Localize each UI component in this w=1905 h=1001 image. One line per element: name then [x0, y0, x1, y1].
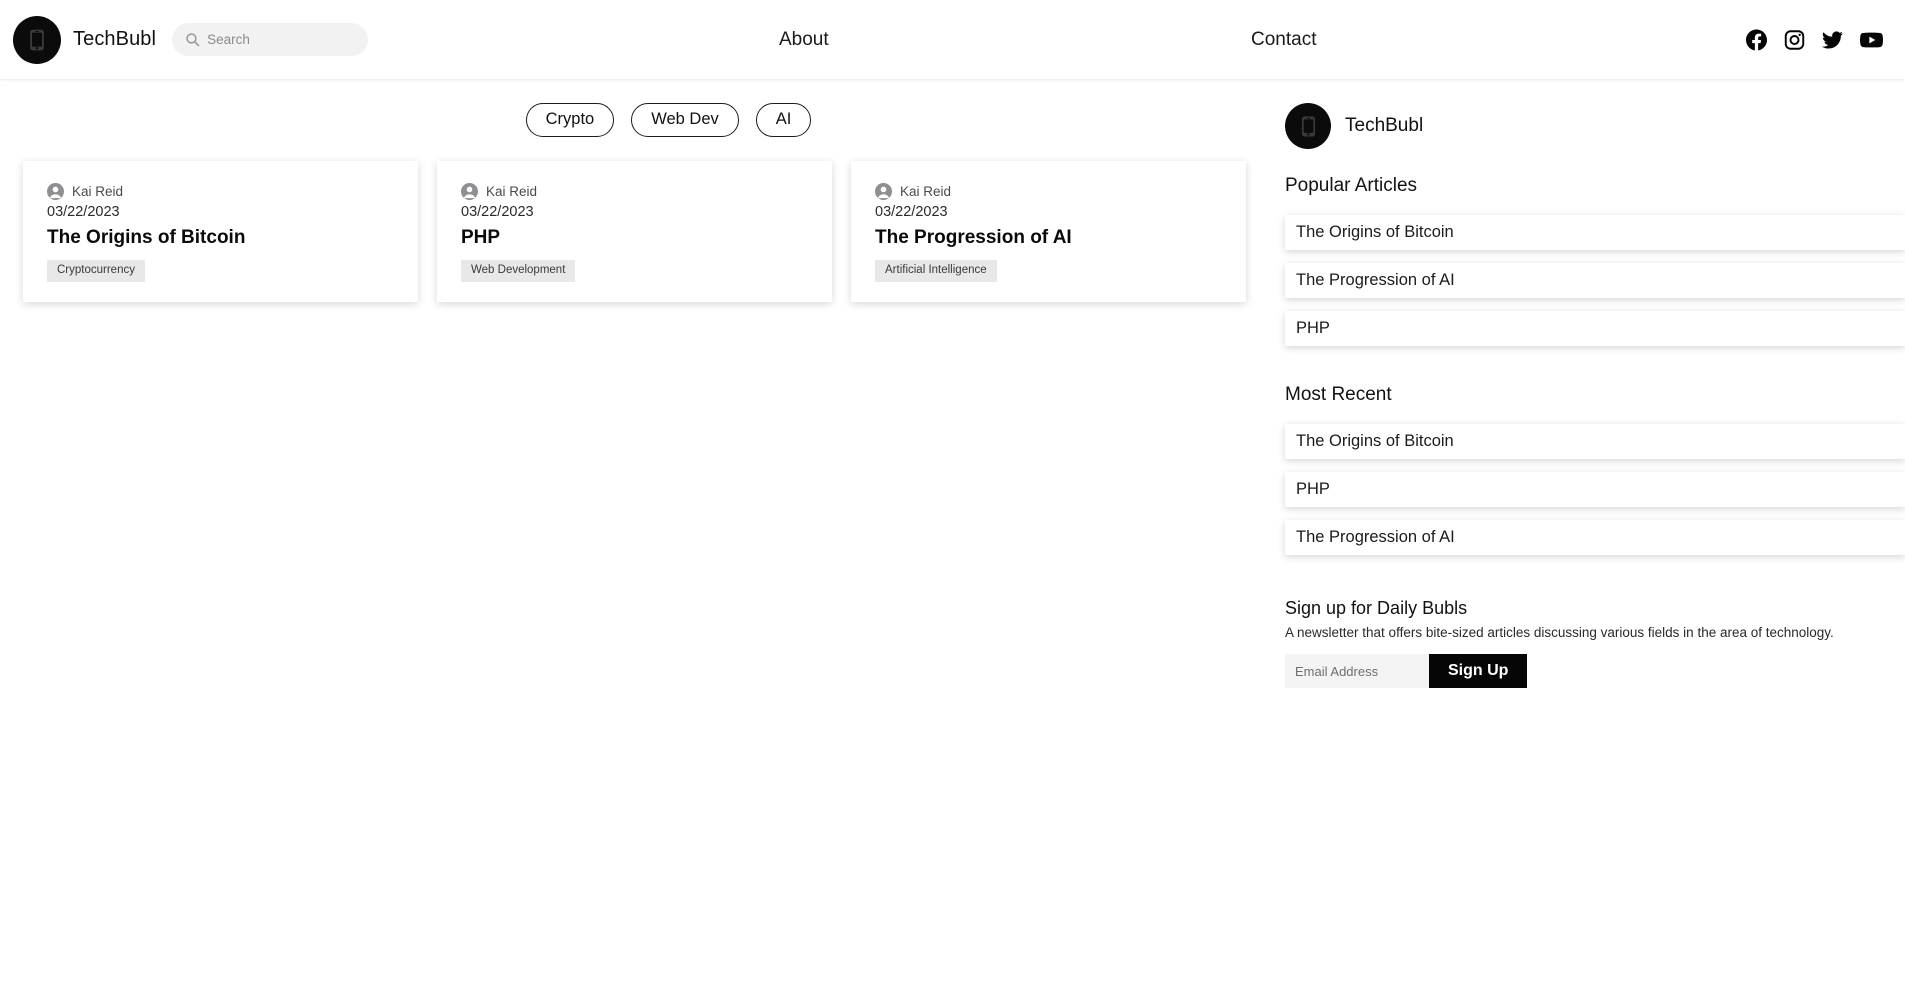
most-recent-heading: Most Recent: [1285, 384, 1392, 405]
nav-contact[interactable]: Contact: [1251, 29, 1316, 51]
card-author: Kai Reid: [875, 182, 1222, 200]
sidebar-brand[interactable]: TechBubl: [1285, 103, 1905, 149]
email-field[interactable]: [1285, 654, 1429, 688]
article-tag[interactable]: Artificial Intelligence: [875, 259, 997, 283]
brand[interactable]: TechBubl: [0, 15, 157, 64]
article-title: The Progression of AI: [875, 226, 1072, 248]
nav-about[interactable]: About: [779, 29, 829, 51]
category-filters: Crypto Web Dev AI: [0, 79, 1285, 137]
article-card[interactable]: Kai Reid 03/22/2023 The Origins of Bitco…: [23, 160, 418, 303]
article-title: The Origins of Bitcoin: [47, 226, 246, 248]
list-item[interactable]: The Origins of Bitcoin: [1285, 215, 1905, 250]
main-content: Crypto Web Dev AI Kai Reid 03/22/2023 Th…: [0, 79, 1285, 303]
list-item[interactable]: PHP: [1285, 311, 1905, 346]
facebook-icon[interactable]: [1746, 29, 1767, 50]
popular-articles-list: The Origins of Bitcoin The Progression o…: [1285, 215, 1905, 346]
article-date: 03/22/2023: [47, 203, 120, 220]
article-title: PHP: [461, 226, 501, 248]
page-body: Crypto Web Dev AI Kai Reid 03/22/2023 Th…: [0, 79, 1905, 1001]
author-name: Kai Reid: [72, 183, 124, 199]
newsletter-signup: Sign up for Daily Bubls A newsletter tha…: [1285, 598, 1905, 688]
phone-logo-icon: [13, 15, 61, 64]
list-item[interactable]: The Progression of AI: [1285, 520, 1905, 555]
social-links: [1746, 28, 1883, 51]
youtube-icon[interactable]: [1860, 28, 1883, 51]
newsletter-description: A newsletter that offers bite-sized arti…: [1285, 625, 1834, 640]
avatar-icon: [875, 182, 892, 200]
card-author: Kai Reid: [47, 182, 394, 200]
sign-up-button[interactable]: Sign Up: [1429, 654, 1528, 688]
avatar-icon: [461, 182, 478, 200]
most-recent-list: The Origins of Bitcoin PHP The Progressi…: [1285, 424, 1905, 555]
instagram-icon[interactable]: [1784, 29, 1805, 50]
search-input[interactable]: [207, 32, 356, 47]
article-tag[interactable]: Web Development: [461, 259, 576, 283]
site-header: TechBubl About Contact: [0, 0, 1905, 79]
article-tag[interactable]: Cryptocurrency: [47, 259, 145, 283]
author-name: Kai Reid: [900, 183, 952, 199]
article-card[interactable]: Kai Reid 03/22/2023 The Progression of A…: [851, 160, 1246, 303]
phone-logo-icon: [1285, 103, 1331, 149]
sidebar: TechBubl Popular Articles The Origins of…: [1285, 79, 1905, 688]
list-item[interactable]: PHP: [1285, 472, 1905, 507]
list-item[interactable]: The Progression of AI: [1285, 263, 1905, 298]
search-box[interactable]: [172, 23, 369, 56]
brand-name: TechBubl: [73, 28, 157, 50]
newsletter-title: Sign up for Daily Bubls: [1285, 598, 1468, 618]
list-item[interactable]: The Origins of Bitcoin: [1285, 424, 1905, 459]
twitter-icon[interactable]: [1822, 29, 1843, 50]
card-author: Kai Reid: [461, 182, 808, 200]
article-card-list: Kai Reid 03/22/2023 The Origins of Bitco…: [0, 137, 1285, 303]
author-name: Kai Reid: [486, 183, 538, 199]
filter-pill-ai[interactable]: AI: [755, 103, 812, 137]
filter-pill-crypto[interactable]: Crypto: [525, 103, 615, 137]
popular-articles-heading: Popular Articles: [1285, 175, 1418, 196]
avatar-icon: [47, 182, 64, 200]
article-date: 03/22/2023: [461, 203, 534, 220]
filter-pill-webdev[interactable]: Web Dev: [631, 103, 739, 137]
article-card[interactable]: Kai Reid 03/22/2023 PHP Web Development: [437, 160, 832, 303]
newsletter-form: Sign Up: [1285, 654, 1905, 688]
search-icon: [185, 32, 200, 47]
article-date: 03/22/2023: [875, 203, 948, 220]
sidebar-brand-name: TechBubl: [1345, 115, 1424, 136]
